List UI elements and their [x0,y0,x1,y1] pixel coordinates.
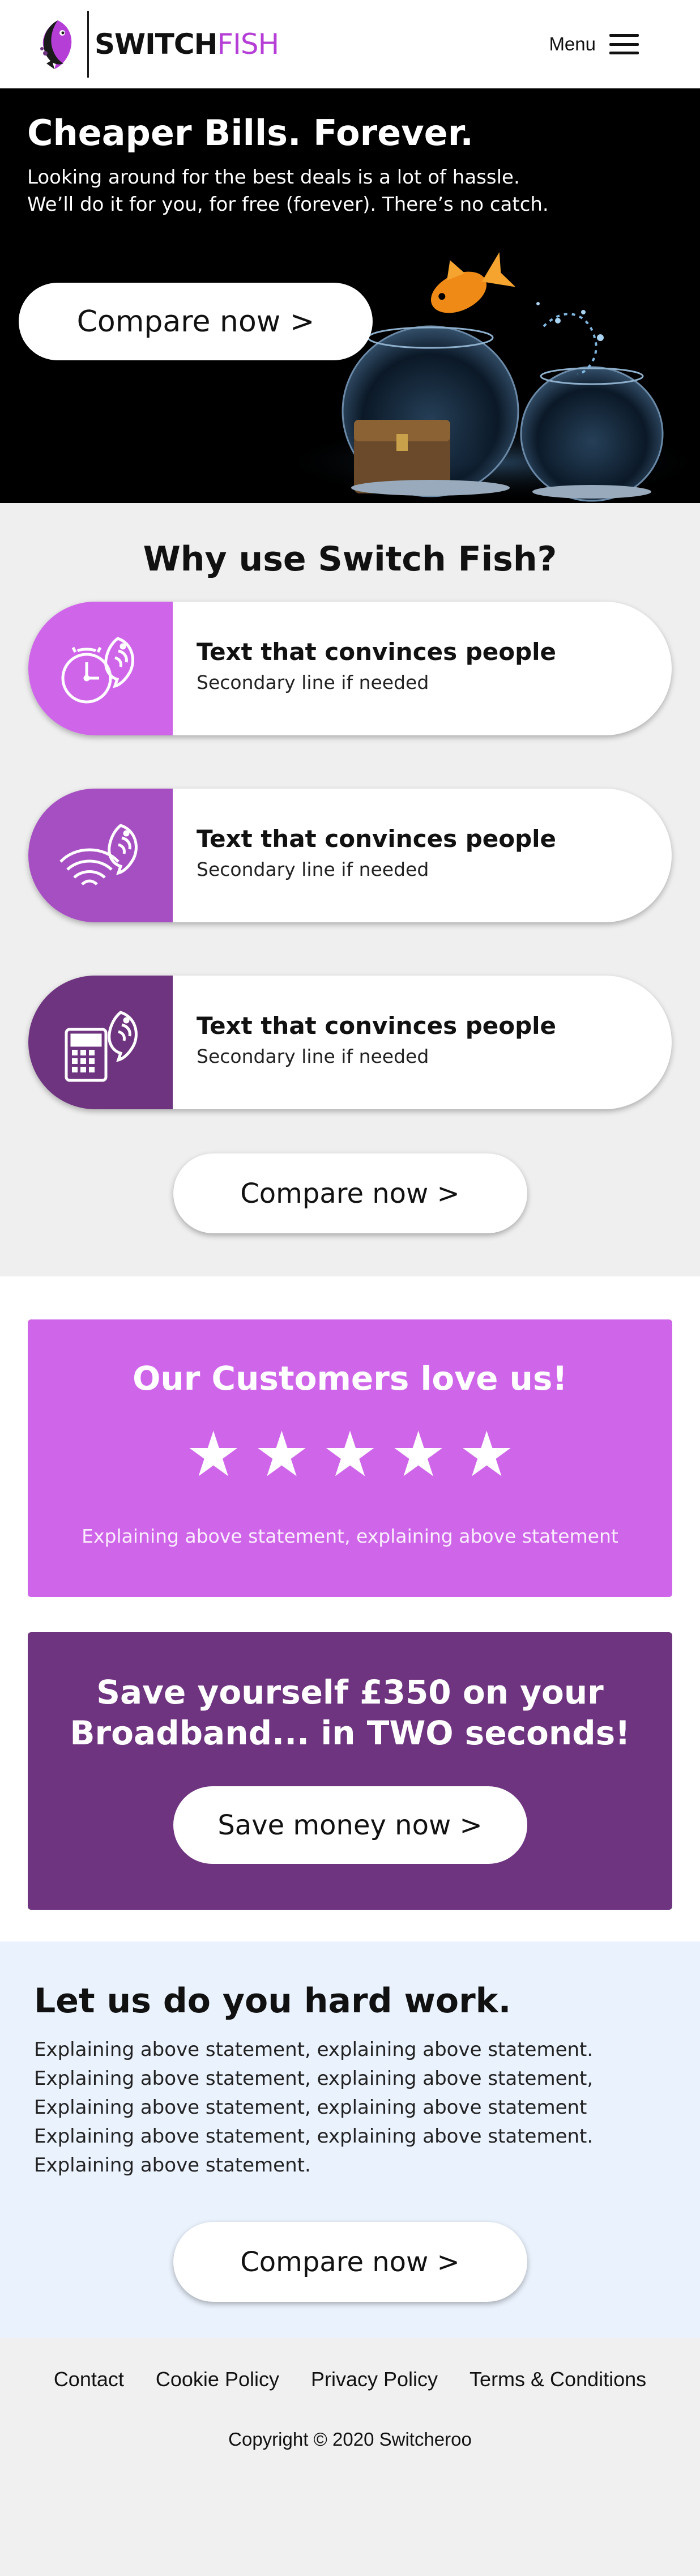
footer-nav: Contact Cookie Policy Privacy Policy Ter… [0,2368,700,2391]
reviews-text: Explaining above statement, explaining a… [82,1525,618,1547]
footer-link-cookie-policy[interactable]: Cookie Policy [156,2368,279,2391]
benefit-card-subtitle: Secondary line if needed [197,858,429,880]
hero-title: Cheaper Bills. Forever. [27,112,473,154]
hardwork-title: Let us do you hard work. [34,1981,511,2021]
savings-title-line-2: Broadband... in TWO seconds! [70,1714,630,1752]
savings-box: Save yourself £350 on your Broadband... … [28,1632,672,1910]
hardwork-text-line: Explaining above statement, explaining a… [34,2067,594,2090]
hardwork-text-line: Explaining above statement, explaining a… [34,2038,594,2061]
benefit-card-title: Text that convinces people [197,1012,557,1040]
logo-divider [87,11,89,78]
reviews-box: Our Customers love us! ★ ★ ★ ★ ★ Explain… [28,1319,672,1597]
star-icon: ★ [254,1418,310,1491]
benefit-card: Text that convinces people Secondary lin… [28,976,672,1109]
star-icon: ★ [458,1418,515,1491]
hamburger-icon [609,34,639,54]
hero-subtitle-line-2: We’ll do it for you, for free (forever).… [27,193,549,216]
why-title: Why use Switch Fish? [143,539,557,579]
hardwork-text-line: Explaining above statement, explaining a… [34,2096,587,2119]
why-section: Why use Switch Fish? Text that convinces… [0,503,700,1276]
menu-button[interactable]: Menu [549,33,639,55]
logo-text-accent: FISH [217,28,279,61]
benefit-card-text: Text that convinces people Secondary lin… [173,976,556,1109]
calculator-fish-icon [28,976,173,1109]
hardwork-text: Explaining above statement, explaining a… [34,2036,666,2180]
why-compare-button[interactable]: Compare now > [173,1153,527,1233]
fish-logo-icon [40,20,72,69]
hardwork-text-line: Explaining above statement, explaining a… [34,2125,594,2148]
site-header: SWITCHFISH Menu [0,0,700,88]
reviews-title: Our Customers love us! [133,1359,567,1398]
hero-subtitle: Looking around for the best deals is a l… [27,164,650,218]
footer-link-terms[interactable]: Terms & Conditions [469,2368,646,2391]
benefit-card-title: Text that convinces people [197,825,557,853]
hardwork-text-line: Explaining above statement. [34,2154,311,2177]
benefit-card-subtitle: Secondary line if needed [197,1045,429,1067]
logo-text: SWITCHFISH [95,28,279,61]
benefit-card: Text that convinces people Secondary lin… [28,789,672,922]
hero-compare-button[interactable]: Compare now > [19,283,373,360]
menu-label: Menu [549,33,596,54]
copyright: Copyright © 2020 Switcheroo [228,2429,472,2450]
star-icon: ★ [390,1418,446,1491]
save-money-button[interactable]: Save money now > [173,1786,527,1864]
hero-subtitle-line-1: Looking around for the best deals is a l… [27,166,520,189]
hardwork-section: Let us do you hard work. Explaining abov… [0,1941,700,2338]
logo[interactable]: SWITCHFISH [35,11,279,78]
benefit-card-subtitle: Secondary line if needed [197,671,429,693]
hero-section: Cheaper Bills. Forever. Looking around f… [0,88,700,503]
star-icon: ★ [185,1418,242,1491]
benefit-card-text: Text that convinces people Secondary lin… [173,789,556,922]
wifi-fish-icon [28,789,173,922]
site-footer: Contact Cookie Policy Privacy Policy Ter… [0,2338,700,2576]
star-icon: ★ [322,1418,378,1491]
benefit-card-title: Text that convinces people [197,638,557,666]
star-rating: ★ ★ ★ ★ ★ [28,1418,672,1491]
footer-link-privacy-policy[interactable]: Privacy Policy [311,2368,438,2391]
clock-fish-icon [28,602,173,735]
footer-link-contact[interactable]: Contact [54,2368,124,2391]
hardwork-compare-button[interactable]: Compare now > [173,2222,527,2302]
benefit-card-text: Text that convinces people Secondary lin… [173,602,556,735]
promo-section: Our Customers love us! ★ ★ ★ ★ ★ Explain… [0,1276,700,1941]
benefit-card: Text that convinces people Secondary lin… [28,602,672,735]
logo-text-primary: SWITCH [95,28,217,61]
savings-title: Save yourself £350 on your Broadband... … [28,1672,672,1753]
savings-title-line-1: Save yourself £350 on your [96,1673,604,1711]
